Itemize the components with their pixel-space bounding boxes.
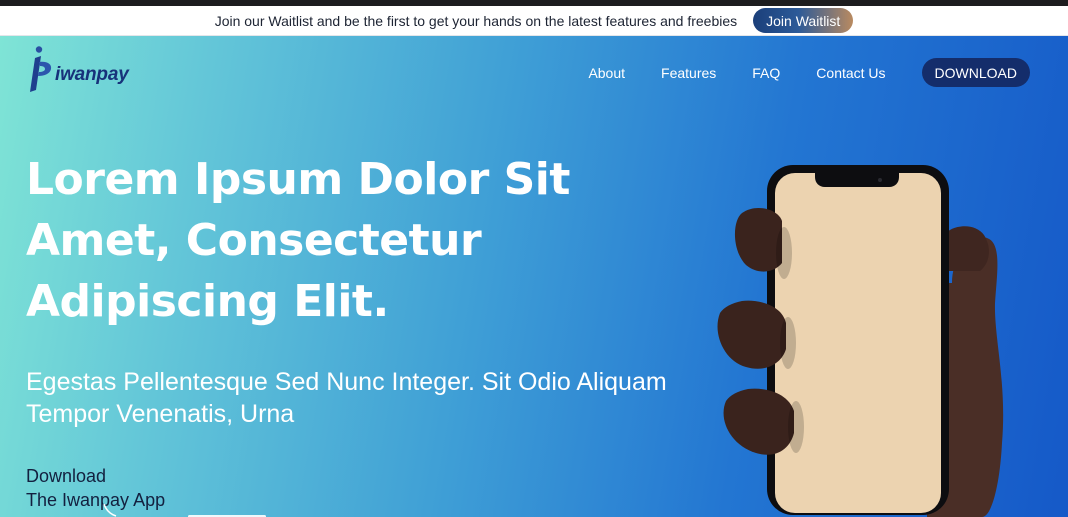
waitlist-banner: Join our Waitlist and be the first to ge… — [0, 6, 1068, 36]
nav-faq[interactable]: FAQ — [752, 65, 780, 81]
waitlist-banner-text: Join our Waitlist and be the first to ge… — [214, 12, 738, 29]
download-app-label: Download The Iwanpay App — [26, 464, 165, 512]
nav-contact-us[interactable]: Contact Us — [816, 65, 885, 81]
phone-notch — [815, 173, 899, 187]
finger-shadow-2 — [780, 317, 796, 369]
download-label-line2: The Iwanpay App — [26, 490, 166, 510]
finger-shadow-1 — [776, 227, 792, 279]
nav-about[interactable]: About — [588, 65, 625, 81]
curved-arrow-icon — [103, 503, 117, 517]
brand-logo[interactable]: iwanpay — [29, 46, 129, 92]
hero-headline: Lorem Ipsum Dolor Sit Amet, Consectetur … — [26, 154, 570, 327]
phone-in-hand-illustration — [717, 165, 1004, 517]
join-waitlist-button[interactable]: Join Waitlist — [753, 8, 854, 33]
phone-camera-icon — [878, 178, 882, 182]
nav-features[interactable]: Features — [661, 65, 716, 81]
hand-finger-1 — [734, 207, 782, 272]
hero-section: iwanpay About Features FAQ Contact Us DO… — [0, 36, 1068, 517]
iwanpay-logo-icon — [30, 46, 52, 92]
hand-finger-2 — [717, 300, 786, 369]
hand-finger-3 — [723, 388, 794, 455]
hero-subheadline: Egestas Pellentesque Sed Nunc Integer. S… — [26, 368, 667, 428]
brand-name: iwanpay — [55, 64, 129, 85]
phone-screen — [775, 173, 941, 513]
download-button[interactable]: DOWNLOAD — [921, 58, 1030, 87]
download-label-line1: Download — [26, 466, 107, 486]
main-nav: About Features FAQ Contact Us DOWNLOAD — [588, 58, 1030, 87]
hand-thumb — [942, 226, 989, 271]
finger-shadow-3 — [788, 401, 804, 453]
